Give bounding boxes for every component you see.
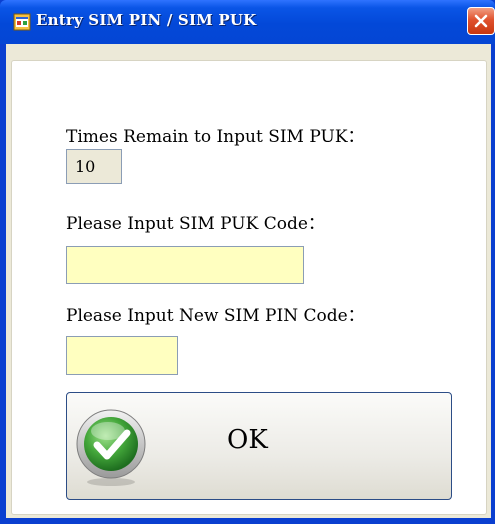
close-icon	[474, 14, 488, 28]
puk-code-input[interactable]	[66, 246, 304, 284]
form-panel: Times Remain to Input SIM PUK： 10 Please…	[11, 60, 487, 515]
window-title: Entry SIM PIN / SIM PUK	[36, 11, 257, 29]
dialog-window: Entry SIM PIN / SIM PUK Times Remain to …	[0, 0, 495, 524]
puk-code-label: Please Input SIM PUK Code：	[66, 214, 325, 234]
ok-button[interactable]: OK	[66, 392, 452, 500]
new-pin-code-input[interactable]	[66, 336, 178, 375]
title-bar[interactable]: Entry SIM PIN / SIM PUK	[0, 0, 495, 44]
dialog-client-area: Times Remain to Input SIM PUK： 10 Please…	[6, 44, 491, 518]
times-remain-field: 10	[66, 149, 122, 184]
times-remain-label: Times Remain to Input SIM PUK：	[66, 127, 365, 147]
close-button[interactable]	[467, 7, 495, 35]
checkmark-icon	[75, 400, 147, 494]
new-pin-code-label: Please Input New SIM PIN Code：	[66, 306, 365, 326]
app-window-icon	[13, 13, 31, 31]
ok-button-label: OK	[227, 425, 268, 455]
